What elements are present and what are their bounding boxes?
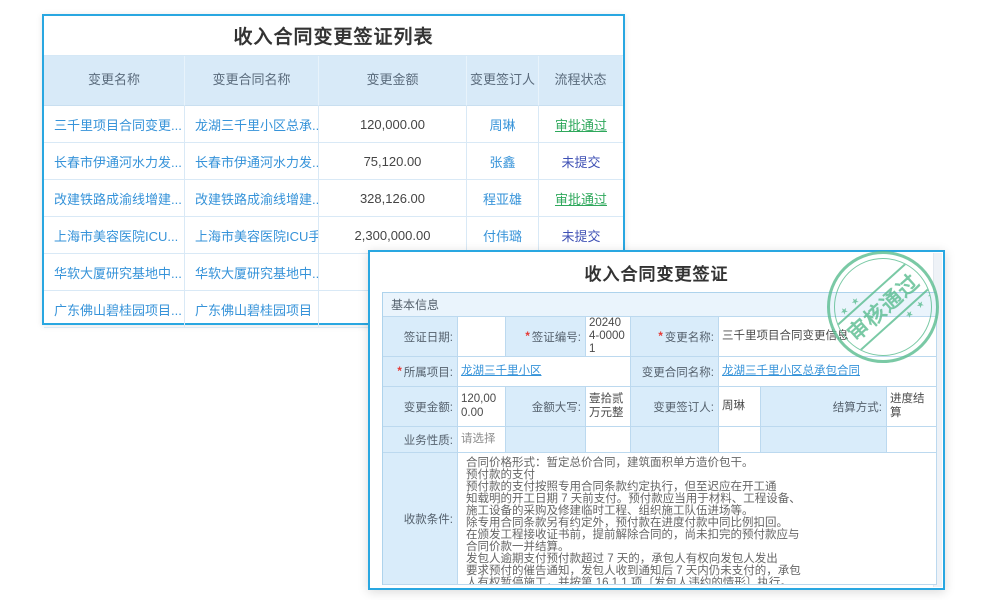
section-header-basic-info: 基本信息 <box>383 293 937 317</box>
cell-change-name-link[interactable]: 长春市伊通河水力发... <box>44 143 185 180</box>
project-link[interactable]: 龙湖三千里小区 <box>461 365 542 378</box>
cell-change-name-link[interactable]: 改建铁路成渝线增建... <box>44 180 185 217</box>
change-visa-detail-panel: 收入合同变更签证 基本信息 签证日期: *签证编号: 202404-00001 … <box>368 250 945 590</box>
required-marker: * <box>525 331 529 343</box>
empty-label-cell <box>631 427 719 453</box>
col-header-signer: 变更签订人 <box>467 56 539 106</box>
empty-value-cell <box>887 427 937 453</box>
cell-status-approved[interactable]: 审批通过 <box>539 106 623 143</box>
change-contract-field: 龙湖三千里小区总承包合同 <box>719 357 937 387</box>
col-header-status: 流程状态 <box>539 56 623 106</box>
change-name-field: 三千里项目合同变更信息 <box>719 317 937 357</box>
cell-contract-name-link[interactable]: 上海市美容医院ICU手... <box>185 217 319 254</box>
payment-terms-label: 收款条件: <box>383 453 458 585</box>
col-header-change-name: 变更名称 <box>44 56 185 106</box>
business-nature-label: 业务性质: <box>383 427 458 453</box>
empty-label-cell <box>506 427 586 453</box>
sign-date-field[interactable] <box>458 317 506 357</box>
settlement-field: 进度结算 <box>887 387 937 427</box>
signer-field: 周琳 <box>719 387 761 427</box>
project-field: 龙湖三千里小区 <box>458 357 631 387</box>
sign-no-field: 202404-00001 <box>586 317 631 357</box>
cell-change-name-link[interactable]: 上海市美容医院ICU... <box>44 217 185 254</box>
cell-status-approved[interactable]: 审批通过 <box>539 180 623 217</box>
detail-panel-title: 收入合同变更签证 <box>370 252 943 292</box>
table-row[interactable]: 改建铁路成渝线增建... 改建铁路成渝线增建... 328,126.00 程亚雄… <box>44 180 623 217</box>
sign-date-label: 签证日期: <box>383 317 458 357</box>
change-contract-link[interactable]: 龙湖三千里小区总承包合同 <box>722 365 860 378</box>
cell-amount: 120,000.00 <box>319 106 467 143</box>
cell-change-name-link[interactable]: 华软大厦研究基地中... <box>44 254 185 291</box>
cell-amount: 2,300,000.00 <box>319 217 467 254</box>
basic-info-form: 基本信息 签证日期: *签证编号: 202404-00001 *变更名称: 三千… <box>382 292 936 585</box>
amount-label: 变更金额: <box>383 387 458 427</box>
cell-amount: 75,120.00 <box>319 143 467 180</box>
cell-status-unsubmitted[interactable]: 未提交 <box>539 143 623 180</box>
list-panel-title: 收入合同变更签证列表 <box>44 16 623 56</box>
cell-status-unsubmitted[interactable]: 未提交 <box>539 217 623 254</box>
cell-signer: 付伟璐 <box>467 217 539 254</box>
required-marker: * <box>658 331 662 343</box>
empty-label-cell <box>761 427 887 453</box>
cell-contract-name-link[interactable]: 广东佛山碧桂园项目 <box>185 291 319 328</box>
cell-amount: 328,126.00 <box>319 180 467 217</box>
project-label: *所属项目: <box>383 357 458 387</box>
cell-signer: 张鑫 <box>467 143 539 180</box>
payment-terms-text: 合同价格形式：暂定总价合同，建筑面积单方造价包干。 预付款的支付 预付款的支付按… <box>458 453 937 585</box>
cell-signer: 程亚雄 <box>467 180 539 217</box>
amount-field: 120,000.00 <box>458 387 506 427</box>
table-row[interactable]: 上海市美容医院ICU... 上海市美容医院ICU手... 2,300,000.0… <box>44 217 623 254</box>
signer-label: 变更签订人: <box>631 387 719 427</box>
amount-words-field: 壹拾贰万元整 <box>586 387 631 427</box>
change-name-label: *变更名称: <box>631 317 719 357</box>
cell-change-name-link[interactable]: 广东佛山碧桂园项目... <box>44 291 185 328</box>
cell-contract-name-link[interactable]: 华软大厦研究基地中... <box>185 254 319 291</box>
cell-change-name-link[interactable]: 三千里项目合同变更... <box>44 106 185 143</box>
page: 收入合同变更签证列表 变更名称 变更合同名称 变更金额 变更签订人 流程状态 三… <box>0 0 1000 600</box>
empty-value-cell <box>586 427 631 453</box>
business-nature-select[interactable]: 请选择 <box>458 427 506 453</box>
table-row[interactable]: 三千里项目合同变更... 龙湖三千里小区总承... 120,000.00 周琳 … <box>44 106 623 143</box>
cell-contract-name-link[interactable]: 改建铁路成渝线增建... <box>185 180 319 217</box>
amount-words-label: 金额大写: <box>506 387 586 427</box>
empty-value-cell <box>719 427 761 453</box>
required-marker: * <box>397 366 401 378</box>
change-contract-label: 变更合同名称: <box>631 357 719 387</box>
table-header-row: 变更名称 变更合同名称 变更金额 变更签订人 流程状态 <box>44 56 623 106</box>
cell-signer: 周琳 <box>467 106 539 143</box>
table-row[interactable]: 长春市伊通河水力发... 长春市伊通河水力发... 75,120.00 张鑫 未… <box>44 143 623 180</box>
sign-no-label: *签证编号: <box>506 317 586 357</box>
col-header-contract-name: 变更合同名称 <box>185 56 319 106</box>
cell-contract-name-link[interactable]: 龙湖三千里小区总承... <box>185 106 319 143</box>
col-header-amount: 变更金额 <box>319 56 467 106</box>
settlement-label: 结算方式: <box>761 387 887 427</box>
cell-contract-name-link[interactable]: 长春市伊通河水力发... <box>185 143 319 180</box>
